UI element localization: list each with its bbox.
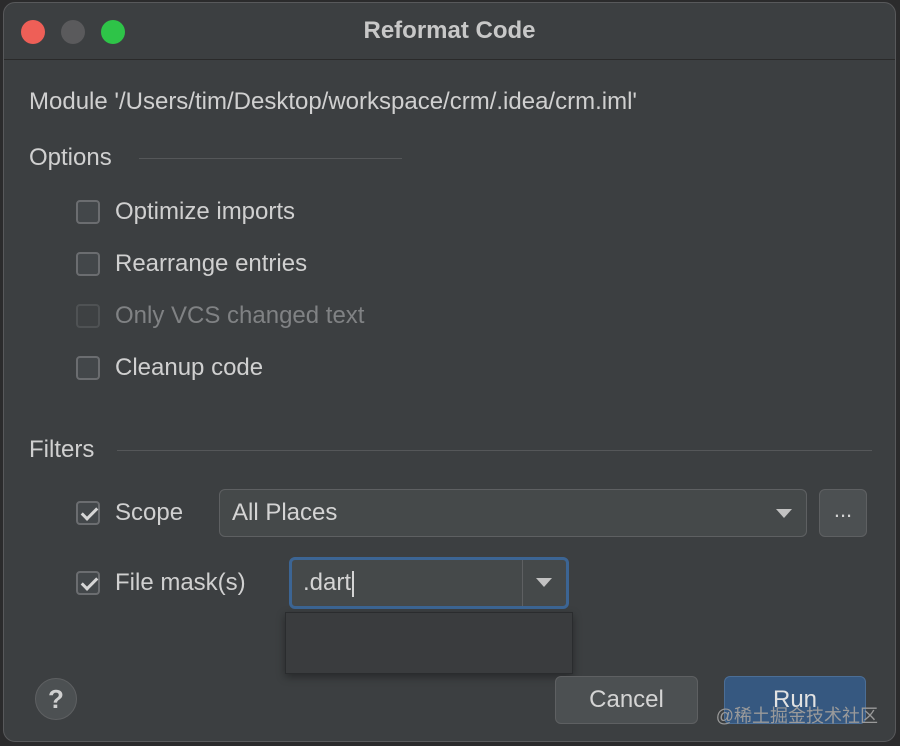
cleanup-code-checkbox[interactable]: [76, 356, 100, 380]
file-mask-input[interactable]: .dart: [303, 569, 355, 597]
help-button[interactable]: ?: [35, 678, 77, 720]
only-vcs-changed-checkbox: [76, 304, 100, 328]
options-section-label: Options: [29, 144, 112, 171]
file-mask-label: File mask(s): [115, 569, 246, 596]
reformat-code-dialog: Reformat Code Module '/Users/tim/Desktop…: [3, 2, 896, 742]
file-mask-checkbox[interactable]: [76, 571, 100, 595]
cleanup-code-option[interactable]: Cleanup code: [76, 354, 263, 382]
optimize-imports-option[interactable]: Optimize imports: [76, 198, 295, 226]
file-mask-dropdown-popup: [285, 612, 573, 674]
only-vcs-changed-option: Only VCS changed text: [76, 302, 364, 330]
module-path-text: Module '/Users/tim/Desktop/workspace/crm…: [29, 88, 637, 115]
scope-option[interactable]: Scope: [76, 499, 183, 527]
cleanup-code-label: Cleanup code: [115, 354, 264, 381]
file-mask-combo[interactable]: .dart: [289, 557, 569, 609]
title-bar: Reformat Code: [4, 3, 895, 60]
options-separator: [139, 158, 402, 159]
combo-divider: [522, 560, 523, 606]
file-mask-option[interactable]: File mask(s): [76, 569, 246, 597]
rearrange-entries-checkbox[interactable]: [76, 252, 100, 276]
cancel-button[interactable]: Cancel: [555, 676, 698, 724]
watermark-text: @稀土掘金技术社区: [715, 706, 878, 726]
rearrange-entries-option[interactable]: Rearrange entries: [76, 250, 307, 278]
optimize-imports-checkbox[interactable]: [76, 200, 100, 224]
only-vcs-changed-label: Only VCS changed text: [115, 302, 365, 329]
scope-browse-button[interactable]: ...: [819, 489, 867, 537]
chevron-down-icon: [776, 509, 792, 518]
filters-section-label: Filters: [29, 436, 95, 463]
dialog-title: Reformat Code: [363, 17, 536, 44]
text-caret: [352, 570, 355, 597]
scope-checkbox[interactable]: [76, 501, 100, 525]
scope-label: Scope: [115, 499, 184, 526]
scope-dropdown-value: All Places: [232, 499, 338, 526]
scope-dropdown[interactable]: All Places: [219, 489, 807, 537]
rearrange-entries-label: Rearrange entries: [115, 250, 308, 277]
file-mask-value: .dart: [303, 569, 352, 596]
optimize-imports-label: Optimize imports: [115, 198, 296, 225]
filters-separator: [117, 450, 872, 451]
chevron-down-icon[interactable]: [536, 578, 552, 587]
